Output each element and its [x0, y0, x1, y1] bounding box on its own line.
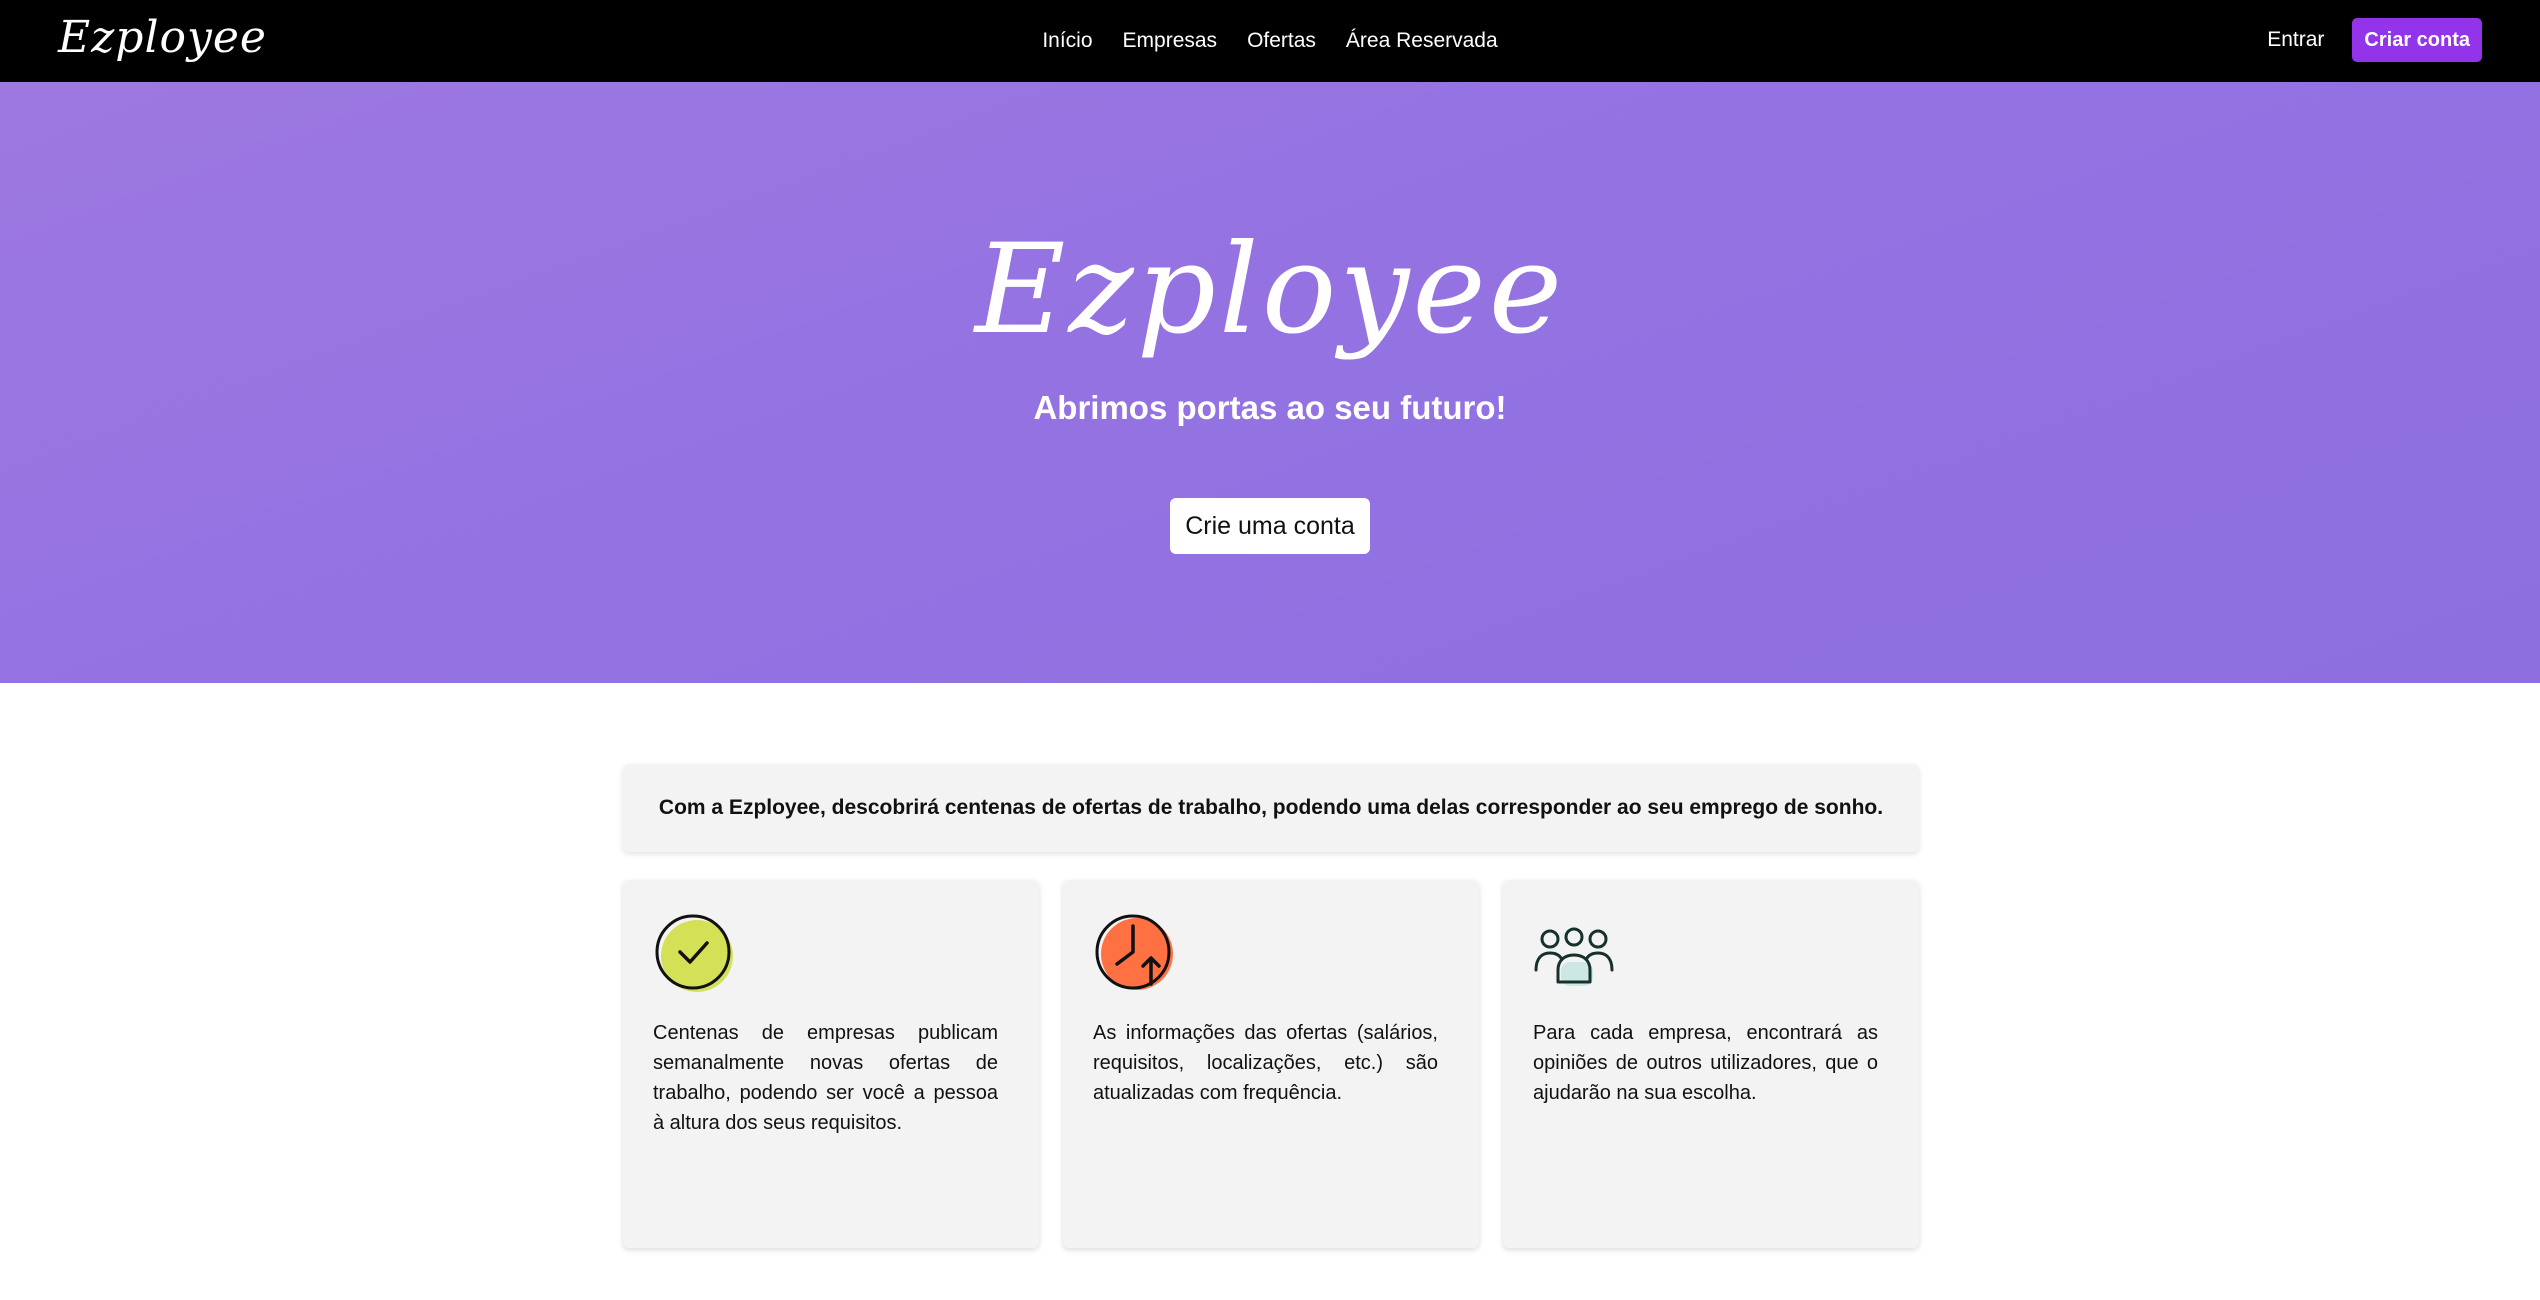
hero-subtitle: Abrimos portas ao seu futuro! [1033, 389, 1507, 426]
login-link[interactable]: Entrar [2267, 28, 2324, 52]
create-account-button[interactable]: Crie uma conta [1170, 498, 1370, 554]
feature-card-reviews: Para cada empresa, encontrará as opiniõe… [1503, 880, 1919, 1248]
feature-card-companies: Centenas de empresas publicam semanalmen… [623, 880, 1039, 1248]
nav-link-area-reservada[interactable]: Área Reservada [1346, 29, 1498, 53]
feature-text-updates: As informações das ofertas (salários, re… [1093, 1022, 1438, 1104]
users-group-icon [1534, 927, 1614, 986]
signup-button[interactable]: Criar conta [2352, 18, 2482, 62]
intro-text: Com a Ezployee, descobrirá centenas de o… [658, 796, 1884, 819]
auth-actions: Entrar Criar conta [2267, 18, 2482, 62]
nav-link-empresas[interactable]: Empresas [1123, 29, 1218, 53]
feature-text-companies: Centenas de empresas publicam semanalmen… [653, 1022, 998, 1134]
check-circle-icon [655, 914, 733, 992]
brand-logo[interactable]: Ezployee [58, 12, 267, 63]
hero-banner: Ezployee Abrimos portas ao seu futuro! C… [0, 82, 2540, 683]
feature-card-updates: As informações das ofertas (salários, re… [1063, 880, 1479, 1248]
top-navbar: Ezployee Início Empresas Ofertas Área Re… [0, 0, 2540, 82]
intro-banner: Com a Ezployee, descobrirá centenas de o… [623, 764, 1919, 852]
feature-text-reviews: Para cada empresa, encontrará as opiniõe… [1533, 1022, 1878, 1104]
clock-update-icon [1095, 914, 1173, 990]
hero-title: Ezployee [974, 218, 1566, 362]
nav-link-inicio[interactable]: Início [1042, 29, 1092, 53]
nav-link-ofertas[interactable]: Ofertas [1247, 29, 1316, 53]
main-nav: Início Empresas Ofertas Área Reservada [0, 0, 2540, 82]
